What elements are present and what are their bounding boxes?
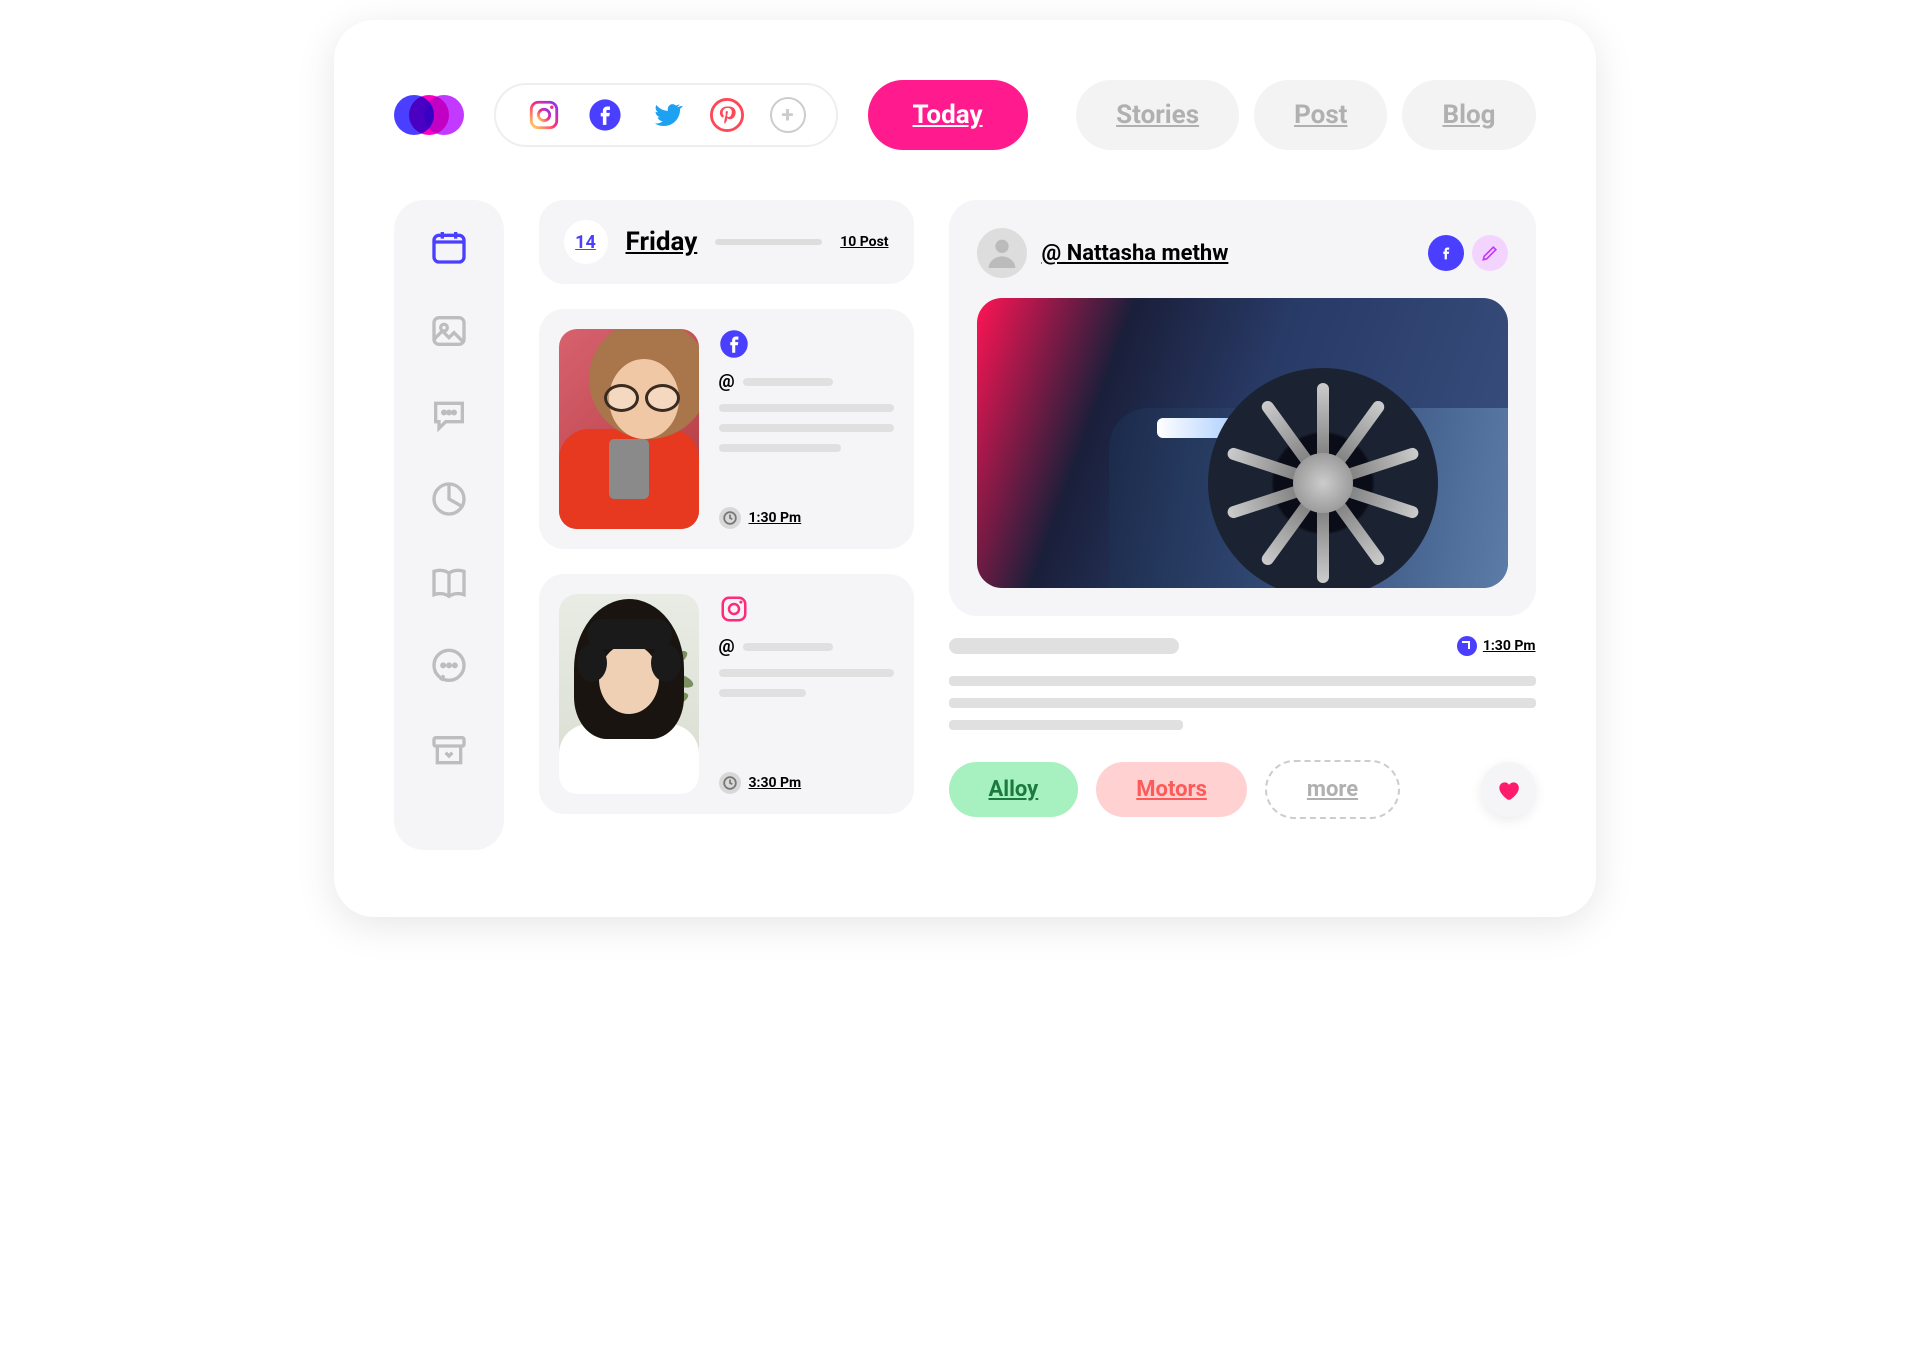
tab-stories[interactable]: Stories [1076, 80, 1239, 150]
facebook-icon [719, 329, 749, 359]
post-handle: @ [719, 371, 894, 392]
post-detail: @ Nattasha methw [949, 200, 1536, 850]
sidebar-comment-icon[interactable] [427, 393, 471, 437]
schedule-column: 14 Friday 10 Post [539, 200, 914, 850]
facebook-icon [1428, 235, 1464, 271]
day-header[interactable]: 14 Friday 10 Post [539, 200, 914, 284]
sidebar-archive-icon[interactable] [427, 729, 471, 773]
tag-motors[interactable]: Motors [1096, 762, 1247, 817]
post-handle: @ [719, 636, 894, 657]
clock-icon [719, 772, 741, 794]
sidebar-chart-icon[interactable] [427, 477, 471, 521]
clock-icon [719, 507, 741, 529]
sidebar-chat-icon[interactable] [427, 645, 471, 689]
sidebar-image-icon[interactable] [427, 309, 471, 353]
scheduled-post[interactable]: @ 1:30 Pm [539, 309, 914, 549]
sidebar-calendar-icon[interactable] [427, 225, 471, 269]
header: + Today Stories Post Blog [394, 80, 1536, 150]
edit-icon[interactable] [1472, 235, 1508, 271]
post-image[interactable] [977, 298, 1508, 588]
tab-blog[interactable]: Blog [1402, 80, 1535, 150]
post-thumbnail [559, 329, 699, 529]
detail-time: 1:30 Pm [1483, 638, 1536, 654]
detail-body-placeholder [949, 676, 1536, 730]
social-accounts: + [494, 83, 838, 147]
like-button[interactable] [1481, 762, 1536, 817]
scheduled-post[interactable]: @ 3:30 Pm [539, 574, 914, 814]
day-name: Friday [626, 227, 698, 257]
detail-card: @ Nattasha methw [949, 200, 1536, 616]
post-thumbnail [559, 594, 699, 794]
app-root: + Today Stories Post Blog [334, 20, 1596, 917]
sidebar-book-icon[interactable] [427, 561, 471, 605]
tag-more[interactable]: more [1265, 760, 1400, 819]
body: 14 Friday 10 Post [394, 200, 1536, 850]
username[interactable]: @ Nattasha methw [1042, 241, 1229, 266]
day-post-count: 10 Post [840, 234, 888, 250]
instagram-icon[interactable] [526, 97, 562, 133]
app-logo[interactable] [394, 90, 464, 140]
sidebar [394, 200, 504, 850]
post-time: 1:30 Pm [749, 510, 802, 526]
detail-meta: 1:30 Pm [949, 636, 1536, 656]
twitter-icon[interactable] [648, 97, 684, 133]
pinterest-icon[interactable] [709, 97, 745, 133]
instagram-icon [719, 594, 749, 624]
clock-icon [1457, 636, 1477, 656]
user-avatar[interactable] [977, 228, 1027, 278]
add-account-button[interactable]: + [770, 97, 806, 133]
day-number: 14 [564, 220, 608, 264]
facebook-icon[interactable] [587, 97, 623, 133]
nav-tabs: Stories Post Blog [1076, 80, 1535, 150]
tab-post[interactable]: Post [1254, 80, 1387, 150]
day-progress [715, 239, 822, 245]
today-button[interactable]: Today [868, 80, 1028, 150]
tag-alloy[interactable]: Alloy [949, 762, 1079, 817]
post-time: 3:30 Pm [749, 775, 802, 791]
tags: Alloy Motors more [949, 760, 1536, 819]
